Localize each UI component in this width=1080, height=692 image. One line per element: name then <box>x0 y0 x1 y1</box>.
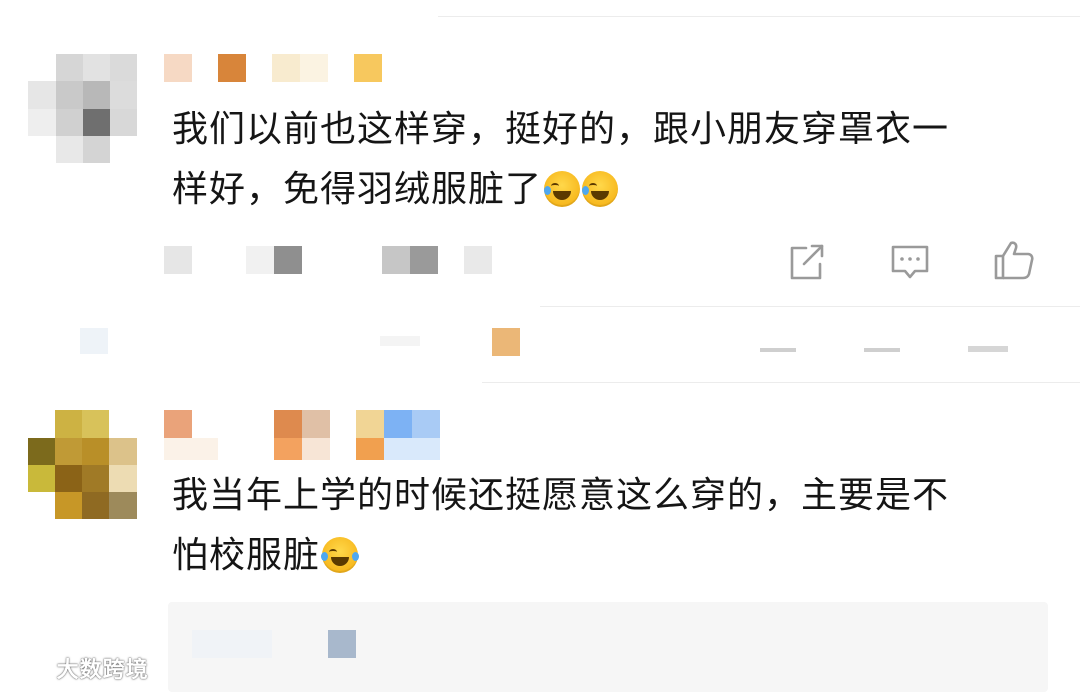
crying-laughing-emoji-icon <box>544 171 581 207</box>
comment-meta <box>164 246 504 274</box>
watermark-logo-icon <box>8 657 48 681</box>
laughing-emoji-icon <box>321 537 360 573</box>
username[interactable] <box>164 410 444 466</box>
like-icon[interactable] <box>992 238 1036 282</box>
crying-laughing-emoji-icon <box>582 171 619 207</box>
username[interactable] <box>164 54 394 82</box>
watermark-text: 大数跨境 <box>56 658 149 683</box>
comment-divider <box>482 382 1080 383</box>
comment-divider <box>540 306 1080 307</box>
avatar[interactable] <box>28 54 138 164</box>
comment-text: 我当年上学的时候还挺愿意这么穿的，主要是不 怕校服脏 <box>172 466 949 586</box>
share-icon[interactable] <box>784 240 828 284</box>
faded-row <box>80 326 1080 358</box>
top-divider <box>438 16 1080 17</box>
comment-text-line: 怕校服脏 <box>172 535 321 576</box>
avatar[interactable] <box>28 410 138 520</box>
comment-text-line: 我当年上学的时候还挺愿意这么穿的，主要是不 <box>172 475 950 516</box>
comment-icon[interactable] <box>888 240 932 284</box>
comment-text: 我们以前也这样穿，挺好的，跟小朋友穿罩衣一 样好，免得羽绒服脏了 <box>172 100 949 220</box>
comment-text-line: 我们以前也这样穿，挺好的，跟小朋友穿罩衣一 <box>172 109 950 150</box>
comment-text-line: 样好，免得羽绒服脏了 <box>172 169 543 210</box>
watermark: 大数跨境 <box>8 652 149 684</box>
reply-preview-box[interactable] <box>168 602 1048 692</box>
